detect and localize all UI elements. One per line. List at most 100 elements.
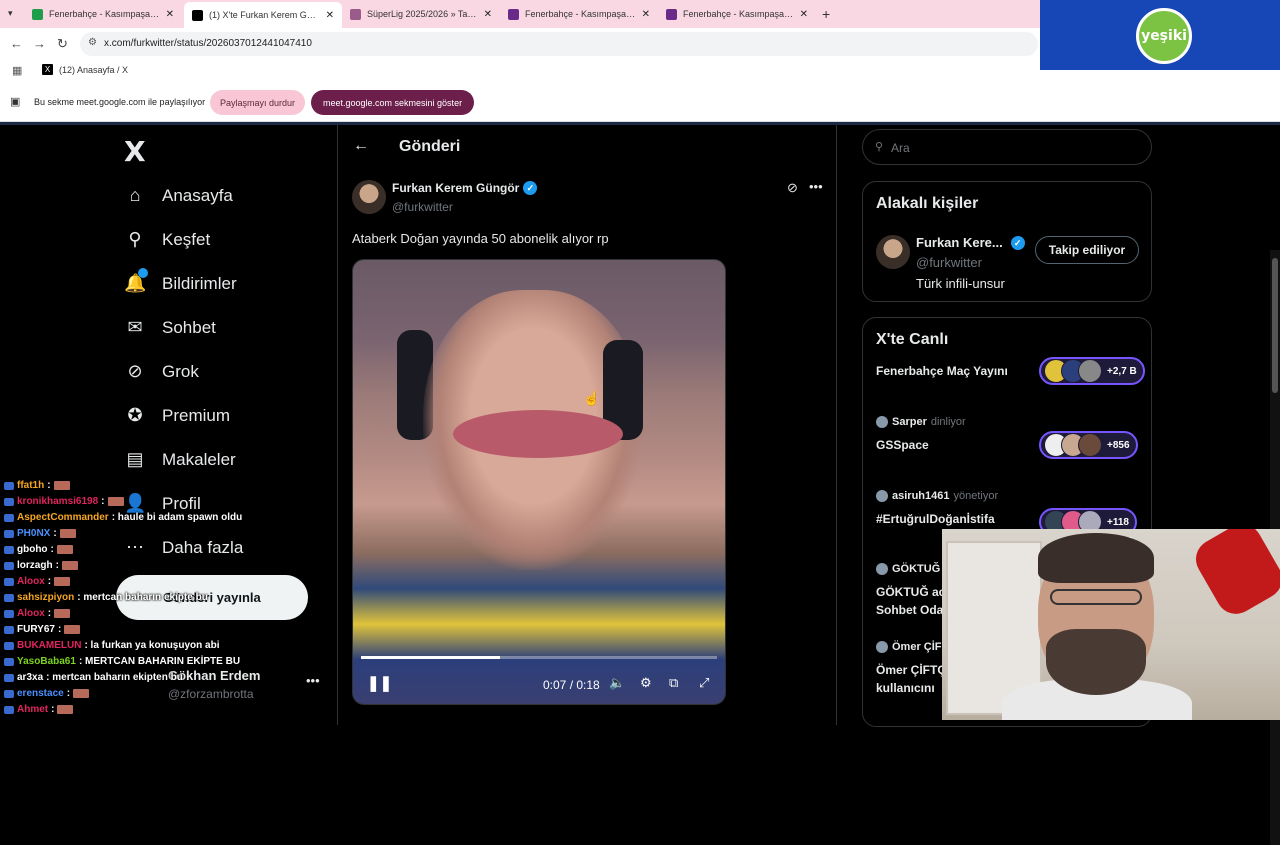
screen-share-icon: ▣ <box>10 96 21 108</box>
live-listeners-pill[interactable]: +856 <box>1039 431 1138 459</box>
mouse-cursor-icon: ☝ <box>583 390 601 406</box>
nav-item[interactable]: ✪ Premium <box>124 405 230 426</box>
chat-message: Aloox: <box>4 576 71 587</box>
chat-message: YasoBaba61: MERTCAN BAHARIN EKİPTE BU <box>4 656 240 667</box>
chat-message: lorzagh: <box>4 560 78 571</box>
author-name[interactable]: Furkan Kerem Güngör <box>392 181 519 195</box>
live-item-subtitle[interactable]: kullanıcını <box>876 681 935 695</box>
volume-icon[interactable]: 🔈 <box>609 675 625 691</box>
verified-badge-icon: ✓ <box>523 181 538 195</box>
site-info-icon[interactable]: ⚙ <box>88 37 97 48</box>
video-player[interactable]: ☝ ❚❚ 0:07 / 0:18 🔈 ⚙ ⧉ ⤢ <box>352 259 726 705</box>
chat-text: : haule bi adam spawn oldu <box>111 512 243 523</box>
nav-item[interactable]: ✉ Sohbet <box>124 317 215 338</box>
nav-item-label: Bildirimler <box>162 273 237 293</box>
live-item-title[interactable]: Ömer ÇİFTÇ <box>876 663 946 677</box>
live-host-row: asiruh1461 yönetiyor <box>876 490 998 502</box>
back-arrow-icon[interactable]: ← <box>353 137 369 155</box>
nav-item-label: Anasayfa <box>162 185 233 205</box>
chat-message: PH0NX: <box>4 528 76 539</box>
chat-username: FURY67 <box>17 624 55 635</box>
browser-tab[interactable]: Fenerbahçe - Kasımpaşa Maç Ö ✕ <box>658 2 816 26</box>
live-host: asiruh1461 <box>892 490 950 502</box>
x-logo-icon[interactable]: X <box>124 135 146 168</box>
tab-title: SüperLig 2025/2026 » Table Calc <box>367 9 478 19</box>
nav-item-label: Makaleler <box>162 449 236 469</box>
chat-message: kronikhamsi6198: <box>4 496 124 507</box>
more-options-icon[interactable]: ••• <box>809 179 823 194</box>
listener-avatar <box>1078 433 1102 457</box>
new-tab-button[interactable]: + <box>822 6 830 22</box>
live-item-title[interactable]: #ErtuğrulDoğanİstifa <box>876 512 995 526</box>
chat-emote-icon <box>53 481 70 490</box>
live-item-title[interactable]: GSSpace <box>876 438 929 452</box>
video-time: 0:07 / 0:18 <box>543 678 600 692</box>
chat-text: : <box>55 560 59 571</box>
live-item-title[interactable]: Fenerbahçe Maç Yayını <box>876 364 1008 378</box>
fullscreen-icon[interactable]: ⤢ <box>699 675 709 691</box>
listener-count: +118 <box>1107 516 1129 528</box>
tab-close-icon[interactable]: ✕ <box>642 9 650 20</box>
live-host: GÖKTUĞ <box>892 563 941 575</box>
tab-close-icon[interactable]: ✕ <box>484 9 492 20</box>
back-icon[interactable]: ← <box>10 36 23 51</box>
related-name[interactable]: Furkan Kere... <box>916 235 1003 250</box>
bookmark-x-home[interactable]: X (12) Anasayfa / X <box>42 64 128 75</box>
related-avatar[interactable] <box>876 235 910 269</box>
chat-message: ar3xa: mertcan baharın ekipten bu <box>4 672 183 683</box>
nav-item[interactable]: ▤ Makaleler <box>124 449 236 470</box>
stream-brand-banner: yeşiki <box>1040 0 1280 70</box>
nav-item-label: Premium <box>162 405 231 425</box>
browser-tab[interactable]: Fenerbahçe - Kasımpaşa | beIN ✕ <box>500 2 658 26</box>
account-more-icon[interactable]: ••• <box>306 673 320 688</box>
search-input[interactable]: ⚲ Ara <box>862 129 1152 165</box>
nav-item[interactable]: ⚲ Keşfet <box>124 229 210 250</box>
show-meet-tab-button[interactable]: meet.google.com sekmesini göster <box>311 90 475 115</box>
chat-text: : mertcan baharın ekipten bu <box>46 672 183 683</box>
browser-tab[interactable]: (1) X'te Furkan Kerem Güng ✕ <box>184 2 342 28</box>
grok-explain-icon[interactable]: ⊘ <box>787 180 798 196</box>
browser-tab[interactable]: Fenerbahçe - Kasımpaşa canlı sk ✕ <box>24 2 182 26</box>
related-name-row[interactable]: Furkan Kere... ✓ <box>916 235 1025 250</box>
chat-text: : <box>57 624 62 635</box>
author-avatar[interactable] <box>352 180 386 214</box>
url-text[interactable]: x.com/furkwitter/status/2026037012441047… <box>104 38 312 49</box>
author-name-row[interactable]: Furkan Kerem Güngör ✓ <box>392 181 538 195</box>
tab-close-icon[interactable]: ✕ <box>800 9 808 20</box>
chat-emote-icon <box>73 689 90 698</box>
apps-grid-icon[interactable]: ▦ <box>12 64 22 77</box>
live-item-title[interactable]: GÖKTUĞ ac <box>876 585 945 599</box>
chat-badge-icon <box>4 481 14 490</box>
webcam-person-glasses <box>1050 589 1142 605</box>
scrollbar-thumb[interactable] <box>1272 258 1278 393</box>
host-avatar <box>876 416 888 428</box>
brand-logo-text: yeşiki <box>1141 28 1187 44</box>
pause-icon[interactable]: ❚❚ <box>367 674 392 692</box>
live-listeners-pill[interactable]: +2,7 B <box>1039 357 1145 385</box>
streamer-webcam <box>942 529 1280 720</box>
tab-close-icon[interactable]: ✕ <box>326 10 334 21</box>
tab-close-icon[interactable]: ✕ <box>166 9 174 20</box>
live-item-subtitle[interactable]: Sohbet Oda <box>876 603 943 617</box>
author-handle[interactable]: @furkwitter <box>392 200 453 214</box>
chat-message: Ahmet: <box>4 704 74 715</box>
reload-icon[interactable]: ↻ <box>57 36 68 52</box>
tab-favicon-icon <box>350 8 361 20</box>
nav-item[interactable]: ⌂ Anasayfa <box>124 185 233 206</box>
related-handle: @furkwitter <box>916 255 982 270</box>
tab-search-icon[interactable]: ▾ <box>8 8 13 19</box>
chat-emote-icon <box>56 545 73 554</box>
browser-tab[interactable]: SüperLig 2025/2026 » Table Calc ✕ <box>342 2 500 26</box>
chat-username: gboho <box>17 544 48 555</box>
settings-gear-icon[interactable]: ⚙ <box>640 675 652 691</box>
live-host: Ömer ÇİF <box>892 641 942 653</box>
video-progress-bar[interactable] <box>361 656 717 659</box>
nav-item[interactable]: ⊘ Grok <box>124 361 198 382</box>
live-title: X'te Canlı <box>876 331 949 348</box>
picture-in-picture-icon[interactable]: ⧉ <box>669 675 678 691</box>
stop-sharing-button[interactable]: Paylaşmayı durdur <box>210 90 306 115</box>
following-button[interactable]: Takip ediliyor <box>1035 236 1139 264</box>
forward-icon[interactable]: → <box>33 36 46 51</box>
chat-text: : la furkan ya konuşuyon abi <box>84 640 220 651</box>
url-bar[interactable]: ⚙ x.com/furkwitter/status/20260370124410… <box>80 32 1038 56</box>
